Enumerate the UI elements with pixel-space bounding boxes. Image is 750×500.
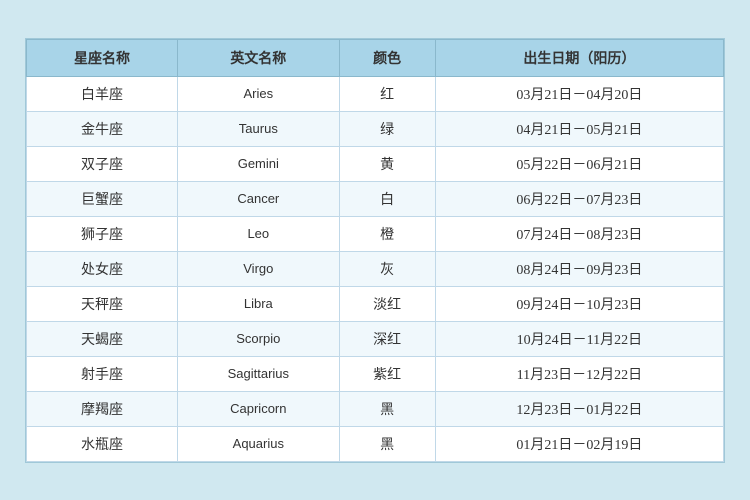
cell-color: 橙 <box>339 216 435 251</box>
zodiac-table-container: 星座名称 英文名称 颜色 出生日期（阳历） 白羊座Aries红03月21日－04… <box>25 38 725 463</box>
cell-chinese: 狮子座 <box>27 216 178 251</box>
cell-chinese: 处女座 <box>27 251 178 286</box>
cell-english: Gemini <box>178 146 340 181</box>
cell-chinese: 巨蟹座 <box>27 181 178 216</box>
table-header-row: 星座名称 英文名称 颜色 出生日期（阳历） <box>27 39 724 76</box>
zodiac-table: 星座名称 英文名称 颜色 出生日期（阳历） 白羊座Aries红03月21日－04… <box>26 39 724 462</box>
table-row: 金牛座Taurus绿04月21日－05月21日 <box>27 111 724 146</box>
cell-dates: 05月22日－06月21日 <box>435 146 723 181</box>
cell-color: 绿 <box>339 111 435 146</box>
cell-chinese: 双子座 <box>27 146 178 181</box>
table-row: 摩羯座Capricorn黑12月23日－01月22日 <box>27 391 724 426</box>
cell-color: 黄 <box>339 146 435 181</box>
cell-english: Capricorn <box>178 391 340 426</box>
header-color: 颜色 <box>339 39 435 76</box>
cell-english: Cancer <box>178 181 340 216</box>
cell-color: 紫红 <box>339 356 435 391</box>
table-row: 白羊座Aries红03月21日－04月20日 <box>27 76 724 111</box>
cell-dates: 12月23日－01月22日 <box>435 391 723 426</box>
cell-color: 黑 <box>339 391 435 426</box>
cell-english: Taurus <box>178 111 340 146</box>
cell-dates: 06月22日－07月23日 <box>435 181 723 216</box>
cell-dates: 01月21日－02月19日 <box>435 426 723 461</box>
cell-chinese: 射手座 <box>27 356 178 391</box>
table-row: 双子座Gemini黄05月22日－06月21日 <box>27 146 724 181</box>
cell-english: Libra <box>178 286 340 321</box>
cell-chinese: 水瓶座 <box>27 426 178 461</box>
cell-chinese: 天秤座 <box>27 286 178 321</box>
cell-dates: 03月21日－04月20日 <box>435 76 723 111</box>
cell-dates: 07月24日－08月23日 <box>435 216 723 251</box>
table-row: 天蝎座Scorpio深红10月24日－11月22日 <box>27 321 724 356</box>
table-row: 射手座Sagittarius紫红11月23日－12月22日 <box>27 356 724 391</box>
cell-color: 红 <box>339 76 435 111</box>
header-chinese-name: 星座名称 <box>27 39 178 76</box>
cell-color: 灰 <box>339 251 435 286</box>
cell-chinese: 白羊座 <box>27 76 178 111</box>
cell-chinese: 天蝎座 <box>27 321 178 356</box>
cell-color: 淡红 <box>339 286 435 321</box>
cell-dates: 04月21日－05月21日 <box>435 111 723 146</box>
cell-chinese: 摩羯座 <box>27 391 178 426</box>
cell-color: 白 <box>339 181 435 216</box>
cell-color: 深红 <box>339 321 435 356</box>
table-row: 巨蟹座Cancer白06月22日－07月23日 <box>27 181 724 216</box>
table-row: 水瓶座Aquarius黑01月21日－02月19日 <box>27 426 724 461</box>
cell-dates: 09月24日－10月23日 <box>435 286 723 321</box>
cell-dates: 08月24日－09月23日 <box>435 251 723 286</box>
cell-color: 黑 <box>339 426 435 461</box>
cell-english: Scorpio <box>178 321 340 356</box>
cell-dates: 11月23日－12月22日 <box>435 356 723 391</box>
cell-english: Leo <box>178 216 340 251</box>
cell-english: Virgo <box>178 251 340 286</box>
table-row: 处女座Virgo灰08月24日－09月23日 <box>27 251 724 286</box>
header-dates: 出生日期（阳历） <box>435 39 723 76</box>
header-english-name: 英文名称 <box>178 39 340 76</box>
cell-english: Aquarius <box>178 426 340 461</box>
cell-chinese: 金牛座 <box>27 111 178 146</box>
cell-english: Aries <box>178 76 340 111</box>
table-row: 狮子座Leo橙07月24日－08月23日 <box>27 216 724 251</box>
cell-english: Sagittarius <box>178 356 340 391</box>
table-row: 天秤座Libra淡红09月24日－10月23日 <box>27 286 724 321</box>
cell-dates: 10月24日－11月22日 <box>435 321 723 356</box>
